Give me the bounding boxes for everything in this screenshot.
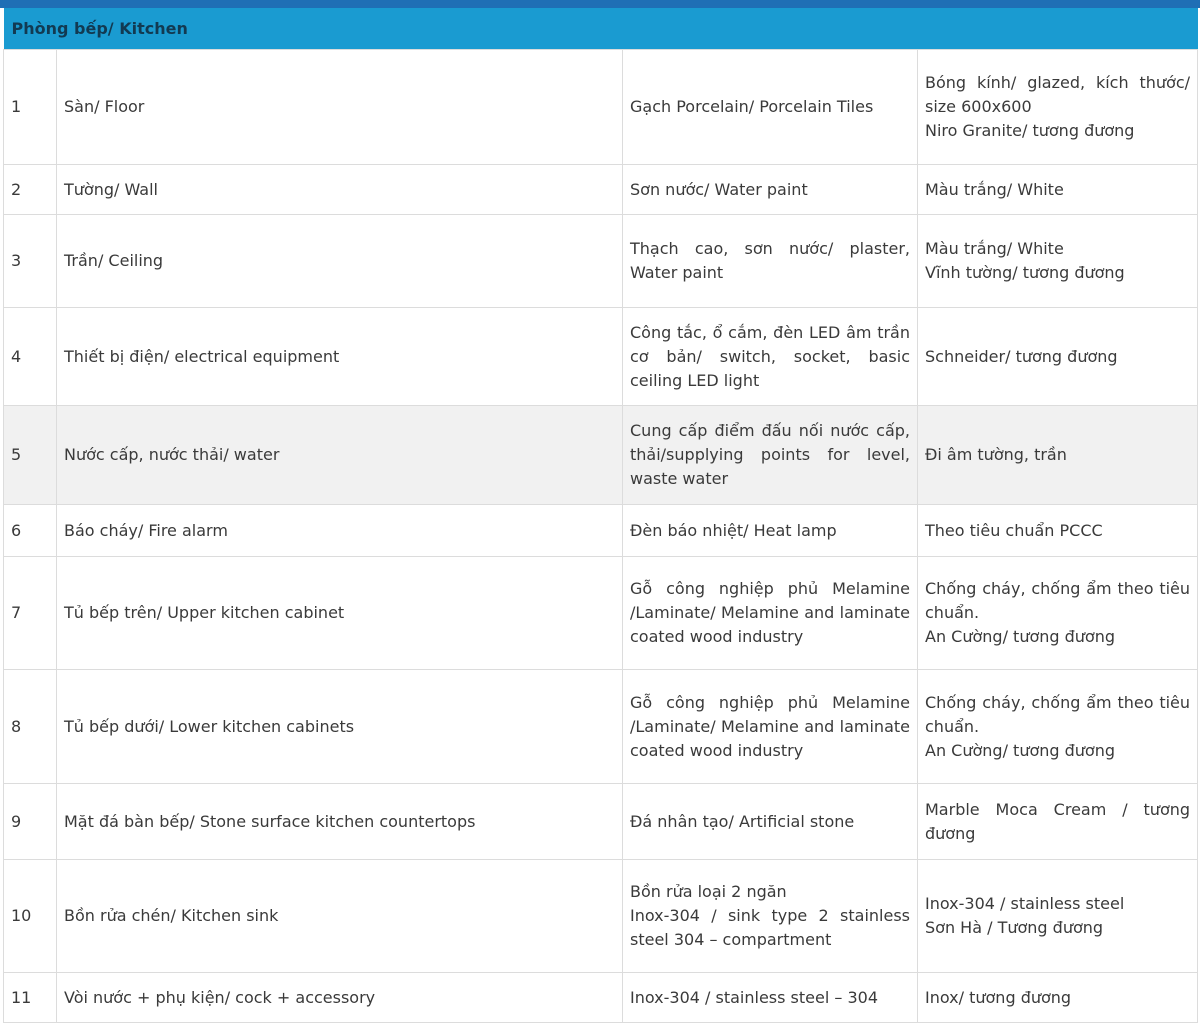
table-row: 2 Tường/ Wall Sơn nước/ Water paint Màu trắ… xyxy=(3,164,1199,215)
row-item: Tủ bếp trên/ Upper kitchen cabinet xyxy=(56,556,623,670)
row-number: 6 xyxy=(3,504,57,557)
row-brand-line: Vĩnh tường/ tương đương xyxy=(925,263,1125,282)
row-number: 9 xyxy=(3,783,57,860)
row-brand: Theo tiêu chuẩn PCCC xyxy=(916,504,1199,557)
row-number: 7 xyxy=(3,556,57,670)
row-item: Vòi nước + phụ kiện/ cock + accessory xyxy=(56,972,623,1023)
row-number: 11 xyxy=(3,972,57,1023)
row-material: Gạch Porcelain/ Porcelain Tiles xyxy=(622,49,918,165)
row-brand-line: Niro Granite/ tương đương xyxy=(925,121,1135,140)
top-accent-bar xyxy=(0,0,1200,8)
row-brand-line: Bóng kính/ glazed, kích thước/ size 600x… xyxy=(925,73,1191,116)
section-title: Phòng bếp/ Kitchen xyxy=(3,8,1198,50)
row-material-line: Cung cấp điểm đấu nối nước cấp, thải/sup… xyxy=(630,421,910,488)
row-material-line: Đá nhân tạo/ Artificial stone xyxy=(630,811,855,831)
row-item: Báo cháy/ Fire alarm xyxy=(56,504,623,557)
table-row: 7 Tủ bếp trên/ Upper kitchen cabinet Gỗ cô… xyxy=(3,556,1199,670)
row-number: 10 xyxy=(3,859,57,973)
row-brand: Chống cháy, chống ẩm theo tiêu chuẩn. An … xyxy=(916,556,1199,670)
row-material: Bồn rửa loại 2 ngăn Inox-304 / sink type … xyxy=(622,859,918,973)
row-brand-line: Theo tiêu chuẩn PCCC xyxy=(925,520,1103,540)
table-row: 10 Bồn rửa chén/ Kitchen sink Bồn rửa loại… xyxy=(3,859,1199,973)
row-item: Trần/ Ceiling xyxy=(56,214,623,308)
row-material-line: Gỗ công nghiệp phủ Melamine /Laminate/ M… xyxy=(630,692,910,760)
table-row: 8 Tủ bếp dưới/ Lower kitchen cabinets Gỗ c… xyxy=(3,669,1199,784)
row-brand: Inox-304 / stainless steel Sơn Hà / Tương… xyxy=(916,859,1199,973)
row-material-line: Inox-304 / sink type 2 stainless steel 3… xyxy=(630,906,910,949)
row-material-line: Đèn báo nhiệt/ Heat lamp xyxy=(630,520,837,540)
row-brand: Bóng kính/ glazed, kích thước/ size 600x… xyxy=(916,49,1199,165)
row-material-line: Công tắc, ổ cắm, đèn LED âm trần cơ bản/… xyxy=(630,322,910,390)
row-material-line: Gạch Porcelain/ Porcelain Tiles xyxy=(630,97,874,116)
row-brand: Marble Moca Cream / tương đương xyxy=(916,783,1199,860)
row-item: Nước cấp, nước thải/ water xyxy=(56,405,623,505)
row-material: Cung cấp điểm đấu nối nước cấp, thải/sup… xyxy=(622,405,918,505)
row-brand-line: Chống cháy, chống ẩm theo tiêu chuẩn. xyxy=(925,692,1191,736)
table-row: 3 Trần/ Ceiling Thạch cao, sơn nước/ plast… xyxy=(3,214,1199,308)
row-material: Gỗ công nghiệp phủ Melamine /Laminate/ M… xyxy=(622,556,918,670)
row-brand-line: Đi âm tường, trần xyxy=(925,445,1067,464)
row-brand-line: Chống cháy, chống ẩm theo tiêu chuẩn. xyxy=(925,579,1191,622)
row-material-line: Sơn nước/ Water paint xyxy=(630,179,808,199)
row-brand: Màu trắng/ White xyxy=(916,164,1199,215)
row-number: 1 xyxy=(3,49,57,165)
kitchen-spec-table: Phòng bếp/ Kitchen 1 Sàn/ Floor Gạch Porce… xyxy=(3,8,1199,1023)
row-brand: Inox/ tương đương xyxy=(916,972,1199,1023)
row-number: 3 xyxy=(3,214,57,308)
row-material: Đá nhân tạo/ Artificial stone xyxy=(622,783,918,860)
row-item: Tường/ Wall xyxy=(56,164,623,215)
row-brand-line: Màu trắng/ White xyxy=(925,179,1064,199)
table-row: 9 Mặt đá bàn bếp/ Stone surface kitchen c… xyxy=(3,783,1199,860)
row-material: Gỗ công nghiệp phủ Melamine /Laminate/ M… xyxy=(622,669,918,784)
table-row: 4 Thiết bị điện/ electrical equipment Công… xyxy=(3,307,1199,406)
row-brand-line: Màu trắng/ White xyxy=(925,239,1064,258)
row-item: Thiết bị điện/ electrical equipment xyxy=(56,307,623,406)
row-brand-line: Schneider/ tương đương xyxy=(925,346,1118,366)
row-material-line: Thạch cao, sơn nước/ plaster, Water pain… xyxy=(630,239,910,282)
row-number: 8 xyxy=(3,669,57,784)
row-number: 5 xyxy=(3,405,57,505)
row-item: Sàn/ Floor xyxy=(56,49,623,165)
row-brand: Schneider/ tương đương xyxy=(916,307,1199,406)
row-item: Bồn rửa chén/ Kitchen sink xyxy=(56,859,623,973)
row-brand: Màu trắng/ White Vĩnh tường/ tương đương xyxy=(916,214,1199,308)
row-brand: Đi âm tường, trần xyxy=(916,405,1199,505)
row-material: Công tắc, ổ cắm, đèn LED âm trần cơ bản/… xyxy=(622,307,918,406)
table-row: 1 Sàn/ Floor Gạch Porcelain/ Porcelain Til… xyxy=(3,49,1199,165)
table-row: 11 Vòi nước + phụ kiện/ cock + accessory I… xyxy=(3,972,1199,1023)
row-material-line: Inox-304 / stainless steel – 304 xyxy=(630,987,878,1007)
row-brand-line: Sơn Hà / Tương đương xyxy=(925,918,1104,937)
table-row: 6 Báo cháy/ Fire alarm Đèn báo nhiệt/ Heat… xyxy=(3,504,1199,557)
table-row: 5 Nước cấp, nước thải/ water Cung cấp điểm… xyxy=(3,405,1199,505)
row-item: Tủ bếp dưới/ Lower kitchen cabinets xyxy=(56,669,623,784)
row-material: Thạch cao, sơn nước/ plaster, Water pain… xyxy=(622,214,918,308)
row-brand-line: Marble Moca Cream / tương đương xyxy=(925,799,1191,843)
row-material: Đèn báo nhiệt/ Heat lamp xyxy=(622,504,918,557)
row-material-line: Gỗ công nghiệp phủ Melamine /Laminate/ M… xyxy=(630,579,910,646)
row-brand-line: An Cường/ tương đương xyxy=(925,740,1116,760)
row-brand-line: Inox-304 / stainless steel xyxy=(925,894,1125,913)
row-brand: Chống cháy, chống ẩm theo tiêu chuẩn. An … xyxy=(916,669,1199,784)
row-material-line: Bồn rửa loại 2 ngăn xyxy=(630,882,787,901)
row-material: Inox-304 / stainless steel – 304 xyxy=(622,972,918,1023)
row-number: 4 xyxy=(3,307,57,406)
row-material: Sơn nước/ Water paint xyxy=(622,164,918,215)
row-brand-line: Inox/ tương đương xyxy=(925,987,1072,1007)
row-item: Mặt đá bàn bếp/ Stone surface kitchen co… xyxy=(56,783,623,860)
row-brand-line: An Cường/ tương đương xyxy=(925,627,1116,646)
section-header-row: Phòng bếp/ Kitchen xyxy=(3,8,1198,50)
row-number: 2 xyxy=(3,164,57,215)
